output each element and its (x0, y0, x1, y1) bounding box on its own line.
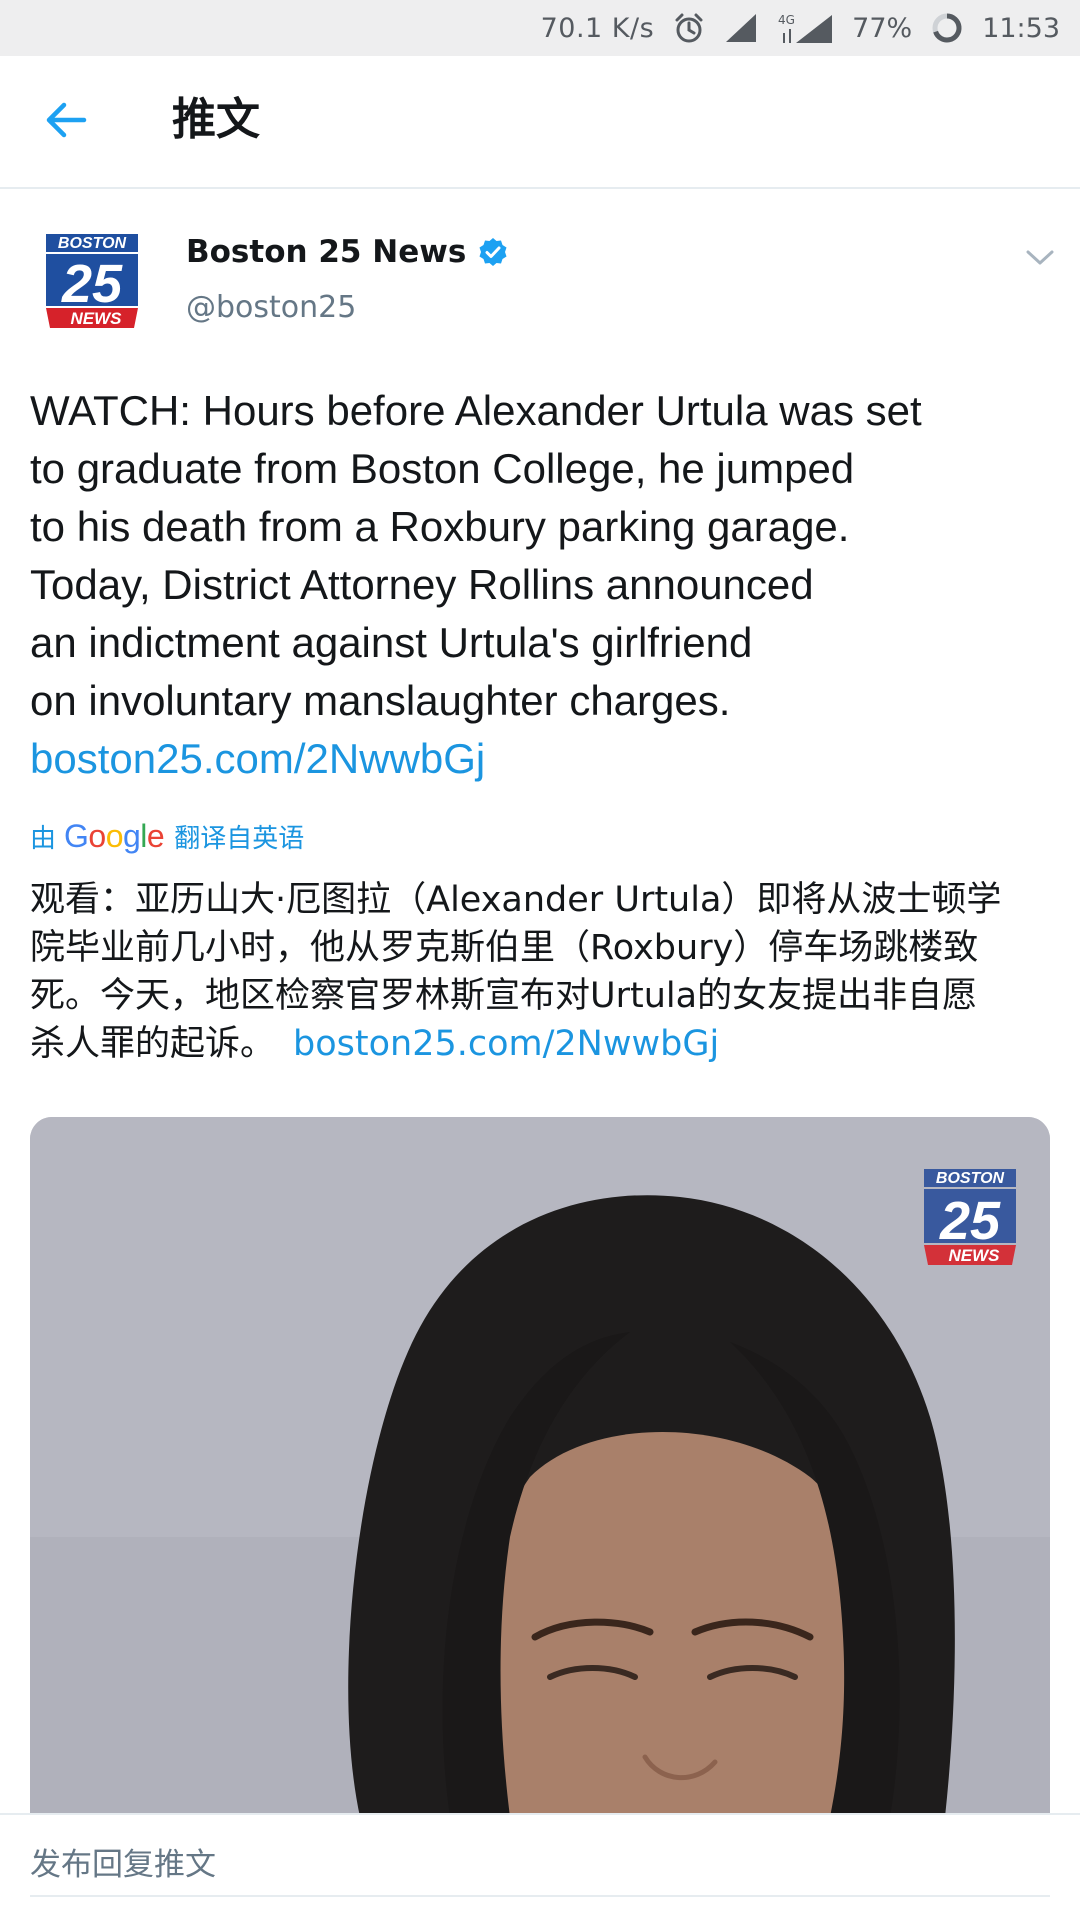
app-header: 推文 (0, 56, 1080, 189)
verified-badge-icon (478, 237, 508, 267)
translated-text-line: 院毕业前几小时，他从罗克斯伯里（Roxbury）停车场跳楼致 (30, 928, 979, 968)
signal-icon-1 (724, 12, 758, 44)
author-name: Boston 25 News (186, 234, 467, 270)
network-speed: 70.1 K/s (540, 12, 655, 44)
alarm-icon (672, 11, 706, 45)
app-screen: 70.1 K/s 4G 77% 11:53 推文 BOSTON 25 NEWS … (0, 0, 1080, 1920)
avatar-top-text: BOSTON (58, 235, 127, 252)
boston-25-watermark: BOSTON 25 NEWS (922, 1167, 1018, 1267)
reply-bar: 发布回复推文 (0, 1813, 1080, 1920)
translated-text-line: 观看：亚历山大·厄图拉（Alexander Urtula）即将从波士顿学 (30, 880, 1002, 920)
battery-ring-icon (930, 11, 964, 45)
battery-percent: 77% (852, 12, 913, 44)
tweet-text-line: to graduate from Boston College, he jump… (30, 445, 855, 492)
status-bar: 70.1 K/s 4G 77% 11:53 (0, 0, 1080, 56)
tweet-media-video[interactable]: BOSTON 25 NEWS (30, 1117, 1050, 1817)
translation-prefix: 由 (30, 824, 57, 854)
translation-attribution[interactable]: 由 Google 翻译自英语 (30, 818, 304, 855)
more-options-button[interactable] (1020, 240, 1060, 280)
translated-link[interactable]: boston25.com/2NwwbGj (293, 1024, 719, 1064)
avatar[interactable]: BOSTON 25 NEWS (44, 232, 140, 330)
reply-input[interactable]: 发布回复推文 (30, 1835, 1050, 1897)
tweet-text-line: an indictment against Urtula's girlfrien… (30, 619, 753, 666)
translated-text-line-last: 杀人罪的起诉。 boston25.com/2NwwbGj (30, 1020, 1060, 1068)
tweet-text: WATCH: Hours before Alexander Urtula was… (30, 382, 1050, 788)
signal-icon-2: 4G (776, 11, 834, 45)
chevron-down-icon (1025, 248, 1055, 272)
translated-text-line: 死。今天，地区检察官罗林斯宣布对Urtula的女友提出非自愿 (30, 976, 978, 1016)
arrow-left-icon (44, 100, 88, 144)
tweet-text-line: WATCH: Hours before Alexander Urtula was… (30, 387, 922, 434)
page-title: 推文 (172, 94, 260, 145)
back-button[interactable] (30, 86, 102, 158)
video-frame-image (30, 1117, 1050, 1817)
translation-suffix: 翻译自英语 (174, 824, 305, 854)
network-type: 4G (778, 13, 795, 27)
tweet-link[interactable]: boston25.com/2NwwbGj (30, 730, 1050, 788)
tweet-text-line: on involuntary manslaughter charges. (30, 677, 731, 724)
avatar-bottom-text: NEWS (71, 309, 123, 328)
tweet-text-line: Today, District Attorney Rollins announc… (30, 561, 814, 608)
translated-text: 观看：亚历山大·厄图拉（Alexander Urtula）即将从波士顿学 院毕业… (30, 876, 1060, 1068)
watermark-bottom-text: NEWS (949, 1246, 1001, 1265)
google-logo: Google (64, 818, 165, 854)
watermark-top-text: BOSTON (936, 1170, 1005, 1187)
watermark-number: 25 (939, 1191, 1001, 1251)
author-handle[interactable]: @boston25 (186, 290, 356, 325)
avatar-number: 25 (61, 254, 123, 314)
tweet-text-line: to his death from a Roxbury parking gara… (30, 503, 850, 550)
clock-time: 11:53 (982, 12, 1060, 44)
author-name-container[interactable]: Boston 25 News (186, 234, 508, 270)
translated-text-tail: 杀人罪的起诉。 (30, 1024, 276, 1064)
tweet-author-row: BOSTON 25 NEWS Boston 25 News @boston25 (0, 190, 1080, 350)
